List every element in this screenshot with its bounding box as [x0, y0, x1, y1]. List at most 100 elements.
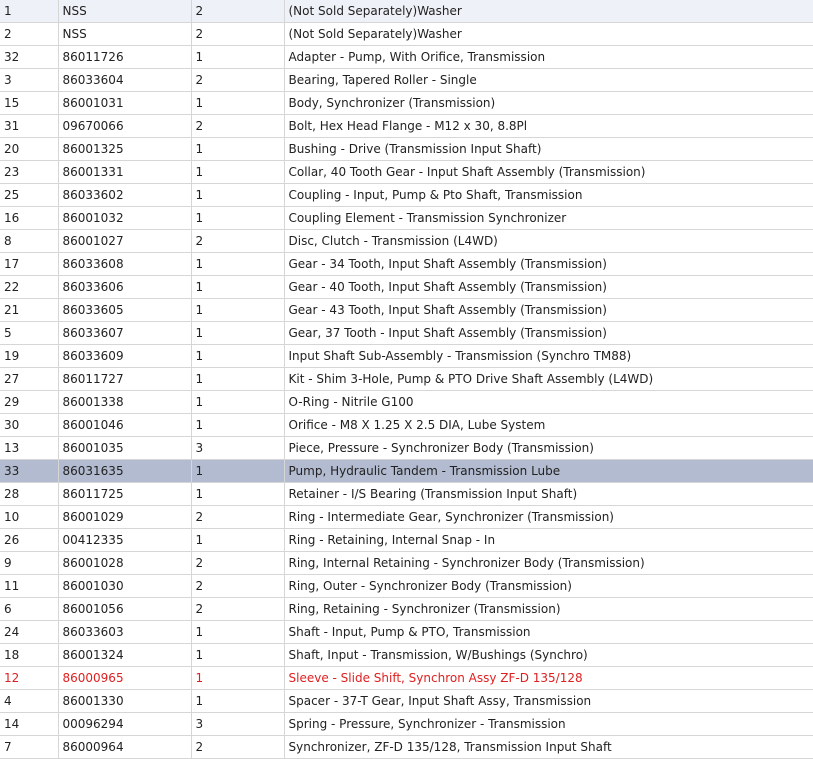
quantity-cell: 3	[191, 436, 285, 460]
table-row[interactable]: 23 86001331 1 Collar, 40 Tooth Gear - Input…	[0, 160, 813, 184]
table-row[interactable]: 8 86001027 2 Disc, Clutch - Transmission (L…	[0, 229, 813, 253]
description-cell: Ring, Retaining - Synchronizer (Transmis…	[284, 597, 813, 621]
ref-number-cell: 24	[0, 620, 59, 644]
quantity-cell: 1	[191, 321, 285, 345]
part-number-cell: 09670066	[58, 114, 192, 138]
table-row[interactable]: 31 09670066 2 Bolt, Hex Head Flange - M12 x…	[0, 114, 813, 138]
quantity-cell: 1	[191, 643, 285, 667]
quantity-cell: 1	[191, 689, 285, 713]
ref-number-cell: 1	[0, 0, 59, 23]
description-cell: Bearing, Tapered Roller - Single	[284, 68, 813, 92]
quantity-cell: 1	[191, 298, 285, 322]
table-row[interactable]: 9 86001028 2 Ring, Internal Retaining - Syn…	[0, 551, 813, 575]
table-row[interactable]: 19 86033609 1 Input Shaft Sub-Assembly - Tr…	[0, 344, 813, 368]
part-number-cell: 86001046	[58, 413, 192, 437]
table-row[interactable]: 18 86001324 1 Shaft, Input - Transmission, …	[0, 643, 813, 667]
part-number-cell: 86033607	[58, 321, 192, 345]
quantity-cell: 1	[191, 528, 285, 552]
part-number-cell: 86001027	[58, 229, 192, 253]
part-number-cell: 86011727	[58, 367, 192, 391]
description-cell: (Not Sold Separately)Washer	[284, 0, 813, 23]
table-row[interactable]: 13 86001035 3 Piece, Pressure - Synchronize…	[0, 436, 813, 460]
table-row[interactable]: 25 86033602 1 Coupling - Input, Pump & Pto …	[0, 183, 813, 207]
table-row[interactable]: 22 86033606 1 Gear - 40 Tooth, Input Shaft …	[0, 275, 813, 299]
ref-number-cell: 6	[0, 597, 59, 621]
table-row[interactable]: 20 86001325 1 Bushing - Drive (Transmission…	[0, 137, 813, 161]
table-row[interactable]: 26 00412335 1 Ring - Retaining, Internal Sn…	[0, 528, 813, 552]
table-row[interactable]: 11 86001030 2 Ring, Outer - Synchronizer Bo…	[0, 574, 813, 598]
description-cell: Coupling - Input, Pump & Pto Shaft, Tran…	[284, 183, 813, 207]
table-row[interactable]: 21 86033605 1 Gear - 43 Tooth, Input Shaft …	[0, 298, 813, 322]
part-number-cell: 86000965	[58, 666, 192, 690]
part-number-cell: 86001032	[58, 206, 192, 230]
quantity-cell: 3	[191, 712, 285, 736]
part-number-cell: 86001031	[58, 91, 192, 115]
table-row[interactable]: 6 86001056 2 Ring, Retaining - Synchronizer…	[0, 597, 813, 621]
quantity-cell: 1	[191, 413, 285, 437]
quantity-cell: 2	[191, 574, 285, 598]
ref-number-cell: 11	[0, 574, 59, 598]
description-cell: Coupling Element - Transmission Synchron…	[284, 206, 813, 230]
ref-number-cell: 13	[0, 436, 59, 460]
part-number-cell: 86001331	[58, 160, 192, 184]
ref-number-cell: 12	[0, 666, 59, 690]
description-cell: Disc, Clutch - Transmission (L4WD)	[284, 229, 813, 253]
table-row[interactable]: 15 86001031 1 Body, Synchronizer (Transmiss…	[0, 91, 813, 115]
description-cell: Gear, 37 Tooth - Input Shaft Assembly (T…	[284, 321, 813, 345]
part-number-cell: 86001338	[58, 390, 192, 414]
ref-number-cell: 20	[0, 137, 59, 161]
parts-table: 1 NSS 2 (Not Sold Separately)Washer 2 NSS 2 (No…	[0, 0, 813, 759]
part-number-cell: 86033602	[58, 183, 192, 207]
ref-number-cell: 17	[0, 252, 59, 276]
ref-number-cell: 19	[0, 344, 59, 368]
table-row[interactable]: 2 NSS 2 (Not Sold Separately)Washer	[0, 22, 813, 46]
ref-number-cell: 7	[0, 735, 59, 759]
description-cell: Orifice - M8 X 1.25 X 2.5 DIA, Lube Syst…	[284, 413, 813, 437]
ref-number-cell: 16	[0, 206, 59, 230]
description-cell: Spring - Pressure, Synchronizer - Transm…	[284, 712, 813, 736]
description-cell: Ring - Retaining, Internal Snap - In	[284, 528, 813, 552]
table-row[interactable]: 30 86001046 1 Orifice - M8 X 1.25 X 2.5 DIA…	[0, 413, 813, 437]
ref-number-cell: 5	[0, 321, 59, 345]
part-number-cell: 00412335	[58, 528, 192, 552]
ref-number-cell: 30	[0, 413, 59, 437]
table-row[interactable]: 17 86033608 1 Gear - 34 Tooth, Input Shaft …	[0, 252, 813, 276]
part-number-cell: 86001325	[58, 137, 192, 161]
table-row[interactable]: 12 86000965 1 Sleeve - Slide Shift, Synchro…	[0, 666, 813, 690]
table-row[interactable]: 3 86033604 2 Bearing, Tapered Roller - Sing…	[0, 68, 813, 92]
ref-number-cell: 10	[0, 505, 59, 529]
quantity-cell: 1	[191, 160, 285, 184]
quantity-cell: 2	[191, 735, 285, 759]
table-row[interactable]: 32 86011726 1 Adapter - Pump, With Orifice,…	[0, 45, 813, 69]
table-row[interactable]: 24 86033603 1 Shaft - Input, Pump & PTO, Tr…	[0, 620, 813, 644]
table-row[interactable]: 29 86001338 1 O-Ring - Nitrile G100	[0, 390, 813, 414]
ref-number-cell: 8	[0, 229, 59, 253]
ref-number-cell: 28	[0, 482, 59, 506]
table-row[interactable]: 5 86033607 1 Gear, 37 Tooth - Input Shaft A…	[0, 321, 813, 345]
quantity-cell: 1	[191, 666, 285, 690]
ref-number-cell: 3	[0, 68, 59, 92]
description-cell: Piece, Pressure - Synchronizer Body (Tra…	[284, 436, 813, 460]
ref-number-cell: 27	[0, 367, 59, 391]
table-row[interactable]: 4 86001330 1 Spacer - 37-T Gear, Input Shaf…	[0, 689, 813, 713]
part-number-cell: 00096294	[58, 712, 192, 736]
description-cell: Ring, Internal Retaining - Synchronizer …	[284, 551, 813, 575]
part-number-cell: 86031635	[58, 459, 192, 483]
table-row[interactable]: 14 00096294 3 Spring - Pressure, Synchroniz…	[0, 712, 813, 736]
quantity-cell: 1	[191, 459, 285, 483]
part-number-cell: 86001324	[58, 643, 192, 667]
table-row[interactable]: 16 86001032 1 Coupling Element - Transmissi…	[0, 206, 813, 230]
description-cell: Shaft, Input - Transmission, W/Bushings …	[284, 643, 813, 667]
table-row[interactable]: 33 86031635 1 Pump, Hydraulic Tandem - Tran…	[0, 459, 813, 483]
ref-number-cell: 29	[0, 390, 59, 414]
table-row[interactable]: 28 86011725 1 Retainer - I/S Bearing (Trans…	[0, 482, 813, 506]
quantity-cell: 1	[191, 91, 285, 115]
table-row[interactable]: 7 86000964 2 Synchronizer, ZF-D 135/128, Tr…	[0, 735, 813, 759]
quantity-cell: 2	[191, 68, 285, 92]
table-row[interactable]: 1 NSS 2 (Not Sold Separately)Washer	[0, 0, 813, 23]
table-row[interactable]: 27 86011727 1 Kit - Shim 3-Hole, Pump & PTO…	[0, 367, 813, 391]
ref-number-cell: 31	[0, 114, 59, 138]
table-row[interactable]: 10 86001029 2 Ring - Intermediate Gear, Syn…	[0, 505, 813, 529]
quantity-cell: 2	[191, 0, 285, 23]
part-number-cell: NSS	[58, 0, 192, 23]
